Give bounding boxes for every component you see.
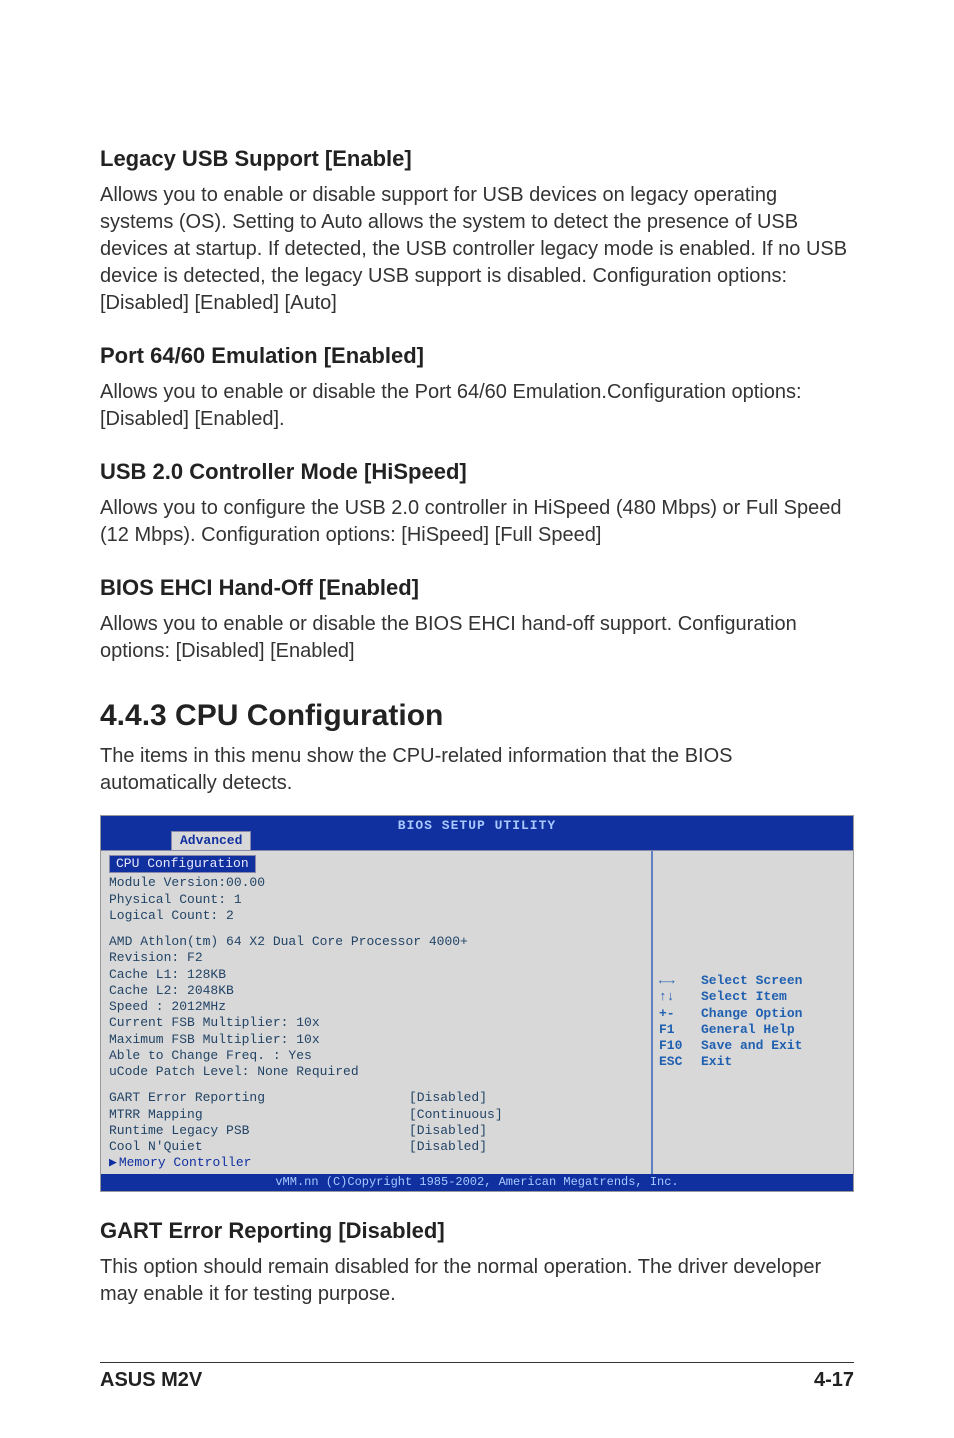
bios-setting-value: [Disabled]: [409, 1139, 487, 1155]
bios-cpu-line: Revision: F2: [109, 950, 643, 966]
bios-help-desc: Select Screen: [701, 973, 802, 989]
bios-setting-label: Cool N'Quiet: [109, 1139, 409, 1155]
bios-help-desc: General Help: [701, 1022, 795, 1038]
bios-help-desc: Select Item: [701, 989, 787, 1005]
bios-help-row: ←→Select Screen: [659, 973, 847, 989]
bios-info-line: Module Version:00.00: [109, 875, 643, 891]
bios-cpu-line: Speed : 2012MHz: [109, 999, 643, 1015]
bios-setting-value: [Continuous]: [409, 1107, 503, 1123]
bios-cpu-config-title: CPU Configuration: [109, 855, 256, 873]
bios-help-key: F1: [659, 1022, 701, 1038]
heading-gart: GART Error Reporting [Disabled]: [100, 1218, 854, 1244]
body-cpu-configuration: The items in this menu show the CPU-rela…: [100, 743, 854, 797]
bios-help-key: ←→: [659, 973, 701, 989]
footer-page-number: 4-17: [814, 1369, 854, 1392]
bios-cpu-line: uCode Patch Level: None Required: [109, 1064, 643, 1080]
bios-help-row: F10Save and Exit: [659, 1038, 847, 1054]
bios-cpu-line: Cache L2: 2048KB: [109, 983, 643, 999]
triangle-right-icon: ▶: [109, 1155, 117, 1170]
bios-cpu-line: Current FSB Multiplier: 10x: [109, 1015, 643, 1031]
bios-setting-value: [Disabled]: [409, 1090, 487, 1106]
bios-left-pane: CPU Configuration Module Version:00.00 P…: [101, 851, 653, 1174]
bios-help-key: F10: [659, 1038, 701, 1054]
heading-cpu-configuration: 4.4.3 CPU Configuration: [100, 699, 854, 733]
bios-help-row: ↑↓Select Item: [659, 989, 847, 1005]
bios-setting-label: GART Error Reporting: [109, 1090, 409, 1106]
bios-right-pane: ←→Select Screen ↑↓Select Item +-Change O…: [653, 851, 853, 1174]
bios-help-desc: Exit: [701, 1054, 732, 1070]
body-ehci: Allows you to enable or disable the BIOS…: [100, 611, 854, 665]
bios-footer: vMM.nn (C)Copyright 1985-2002, American …: [101, 1174, 853, 1191]
bios-header: BIOS SETUP UTILITY Advanced: [101, 816, 853, 850]
footer-product: ASUS M2V: [100, 1369, 202, 1392]
bios-help-row: +-Change Option: [659, 1006, 847, 1022]
body-port-6460: Allows you to enable or disable the Port…: [100, 379, 854, 433]
bios-setting-label: MTRR Mapping: [109, 1107, 409, 1123]
page-footer: ASUS M2V 4-17: [100, 1362, 854, 1392]
bios-setting-mtrr[interactable]: MTRR Mapping [Continuous]: [109, 1107, 643, 1123]
bios-help-desc: Save and Exit: [701, 1038, 802, 1054]
bios-help-row: F1General Help: [659, 1022, 847, 1038]
bios-memory-controller-label: Memory Controller: [119, 1155, 252, 1170]
body-legacy-usb: Allows you to enable or disable support …: [100, 182, 854, 317]
body-gart: This option should remain disabled for t…: [100, 1254, 854, 1308]
bios-body: CPU Configuration Module Version:00.00 P…: [101, 850, 853, 1174]
body-usb20: Allows you to configure the USB 2.0 cont…: [100, 495, 854, 549]
bios-setting-gart[interactable]: GART Error Reporting [Disabled]: [109, 1090, 643, 1106]
bios-cpu-line: Able to Change Freq. : Yes: [109, 1048, 643, 1064]
bios-memory-controller[interactable]: ▶Memory Controller: [109, 1155, 643, 1171]
bios-help-key: +-: [659, 1006, 701, 1022]
bios-help-key: ↑↓: [659, 989, 701, 1005]
bios-cpu-line: Cache L1: 128KB: [109, 967, 643, 983]
spacer: [109, 924, 643, 934]
heading-port-6460: Port 64/60 Emulation [Enabled]: [100, 343, 854, 369]
bios-info-line: Logical Count: 2: [109, 908, 643, 924]
bios-setting-cool-n-quiet[interactable]: Cool N'Quiet [Disabled]: [109, 1139, 643, 1155]
bios-tab-advanced[interactable]: Advanced: [171, 831, 251, 850]
spacer: [109, 1080, 643, 1090]
heading-usb20: USB 2.0 Controller Mode [HiSpeed]: [100, 459, 854, 485]
bios-info-line: Physical Count: 1: [109, 892, 643, 908]
bios-help-key: ESC: [659, 1054, 701, 1070]
bios-setting-label: Runtime Legacy PSB: [109, 1123, 409, 1139]
bios-title: BIOS SETUP UTILITY: [398, 818, 556, 834]
bios-setup-screenshot: BIOS SETUP UTILITY Advanced CPU Configur…: [100, 815, 854, 1192]
heading-legacy-usb: Legacy USB Support [Enable]: [100, 146, 854, 172]
bios-cpu-line: Maximum FSB Multiplier: 10x: [109, 1032, 643, 1048]
bios-cpu-line: AMD Athlon(tm) 64 X2 Dual Core Processor…: [109, 934, 643, 950]
bios-help-row: ESCExit: [659, 1054, 847, 1070]
heading-ehci: BIOS EHCI Hand-Off [Enabled]: [100, 575, 854, 601]
bios-setting-value: [Disabled]: [409, 1123, 487, 1139]
bios-help-desc: Change Option: [701, 1006, 802, 1022]
bios-setting-runtime-psb[interactable]: Runtime Legacy PSB [Disabled]: [109, 1123, 643, 1139]
